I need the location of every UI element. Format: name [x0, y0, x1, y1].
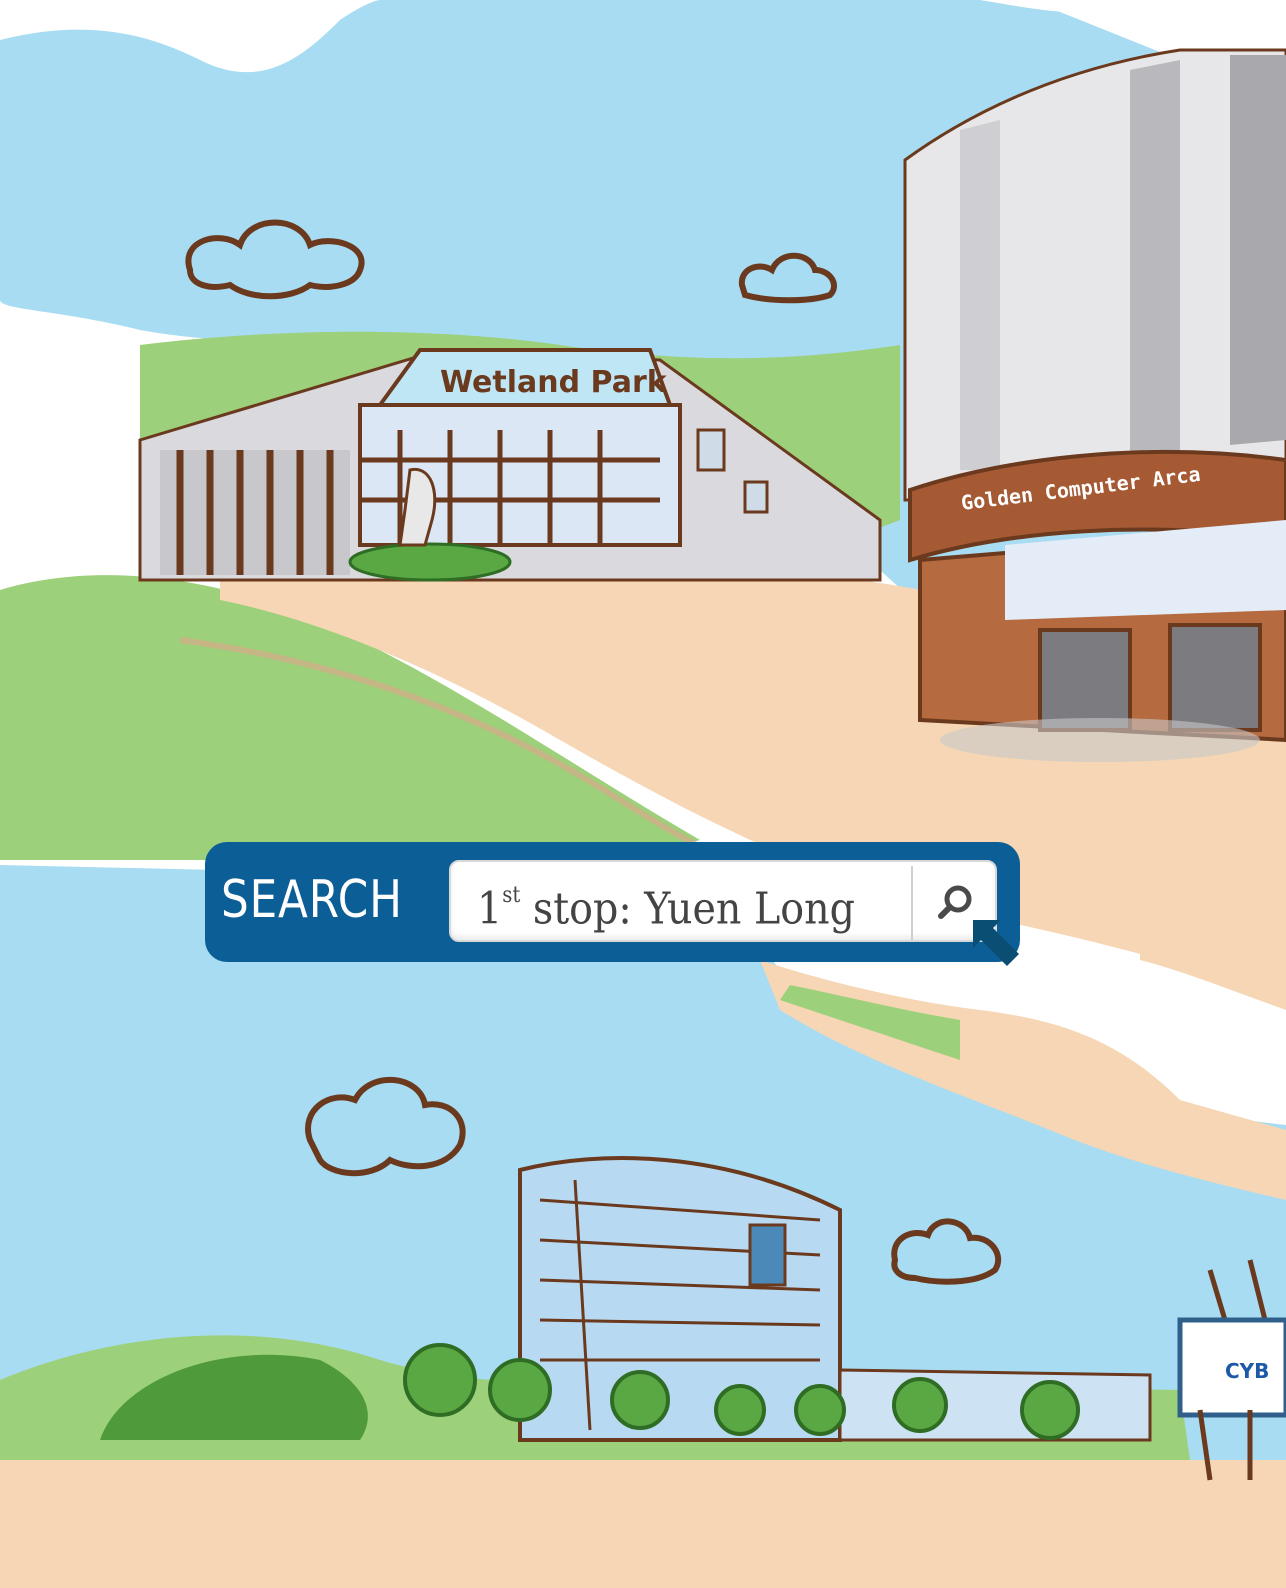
search-input[interactable]: 1st stop: Yuen Long — [449, 860, 997, 942]
search-query-text: 1st stop: Yuen Long — [477, 874, 855, 938]
wetland-park-sign: Wetland Park — [440, 365, 668, 400]
computer-arcade-building: Golden Computer Arca — [903, 48, 1286, 762]
cursor-arrow-icon — [973, 920, 1019, 966]
search-label: SEARCH — [221, 870, 403, 930]
query-rest: stop: Yuen Long — [520, 883, 855, 935]
search-widget: SEARCH 1st stop: Yuen Long — [205, 842, 1020, 966]
cyberport-sign: CYB — [1225, 1359, 1269, 1383]
query-ordinal-number: 1 — [477, 883, 503, 935]
map-illustration: Wetland Park Golden Computer Arca CYB — [0, 0, 1286, 1588]
query-ordinal-suffix: st — [502, 883, 521, 908]
search-divider — [911, 866, 913, 940]
lower-ground — [0, 1460, 1286, 1588]
illustrated-background: Wetland Park Golden Computer Arca CYB — [0, 0, 1286, 1588]
